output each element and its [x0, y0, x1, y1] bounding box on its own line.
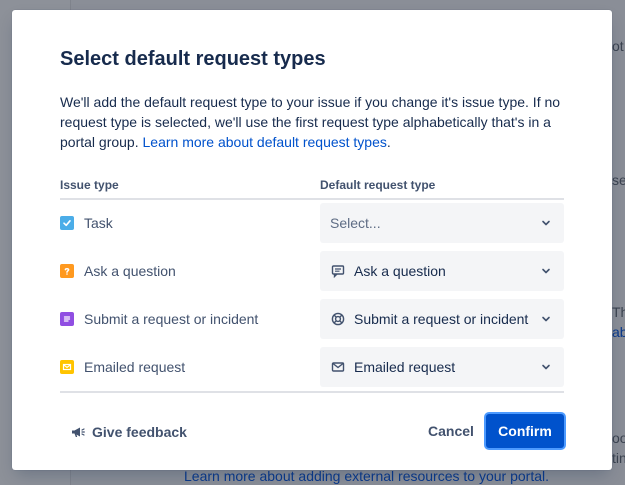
envelope-icon [330, 359, 346, 375]
background-text-fragment: ot [612, 38, 624, 54]
task-icon [60, 216, 74, 230]
chevron-down-icon [542, 220, 550, 226]
background-resources-link: Learn more about adding external resourc… [184, 468, 549, 484]
table-row: Task Select... [60, 203, 564, 243]
chevron-down-icon [542, 268, 550, 274]
modal-title: Select default request types [60, 48, 326, 70]
request-type-select-emailed-request[interactable]: Emailed request [320, 347, 564, 387]
select-default-request-types-modal: Select default request types We'll add t… [12, 10, 612, 470]
issue-type-cell: Ask a question [60, 251, 176, 291]
issue-type-cell: Submit a request or incident [60, 299, 258, 339]
table-row: Submit a request or incident Submit a re… [60, 299, 564, 339]
footer-divider [60, 391, 564, 393]
learn-more-link[interactable]: Learn more about default request types [143, 134, 387, 150]
request-type-value: Submit a request or incident [354, 311, 529, 327]
confirm-button[interactable]: Confirm [486, 414, 564, 448]
issue-type-label: Task [84, 215, 113, 231]
chat-icon [330, 263, 346, 279]
chevron-down-icon [542, 364, 550, 370]
request-type-select-submit-a-request[interactable]: Submit a request or incident [320, 299, 564, 339]
background-text-fragment: oo [612, 430, 625, 446]
issue-type-label: Ask a question [84, 263, 176, 279]
background-text-fragment: tin [612, 450, 625, 466]
modal-description: We'll add the default request type to yo… [60, 92, 572, 152]
column-header-default-request-type: Default request type [320, 178, 436, 192]
background-text-fragment: Th [612, 304, 625, 320]
question-icon [60, 264, 74, 278]
lifebuoy-icon [330, 311, 346, 327]
background-text-fragment: se [612, 172, 625, 188]
request-type-value: Emailed request [354, 359, 456, 375]
request-type-select-ask-a-question[interactable]: Ask a question [320, 251, 564, 291]
issue-type-cell: Emailed request [60, 347, 185, 387]
give-feedback-label: Give feedback [92, 424, 187, 440]
table-row: Ask a question Ask a question [60, 251, 564, 291]
cancel-button[interactable]: Cancel [416, 414, 480, 448]
background-link-fragment: ab [612, 324, 625, 340]
email-icon [60, 360, 74, 374]
chevron-down-icon [542, 316, 550, 322]
issue-type-label: Submit a request or incident [84, 311, 259, 327]
issue-type-label: Emailed request [84, 359, 186, 375]
issue-type-cell: Task [60, 203, 113, 243]
give-feedback-button[interactable]: Give feedback [70, 418, 187, 446]
megaphone-icon [72, 427, 85, 437]
table-row: Emailed request Emailed request [60, 347, 564, 387]
table-header: Issue type Default request type [60, 178, 564, 200]
request-icon [60, 312, 74, 326]
column-header-issue-type: Issue type [60, 178, 119, 192]
modal-description-trailing: . [386, 134, 391, 150]
request-type-select-task[interactable]: Select... [320, 203, 564, 243]
request-type-value: Ask a question [354, 263, 446, 279]
request-type-value: Select... [330, 215, 381, 231]
